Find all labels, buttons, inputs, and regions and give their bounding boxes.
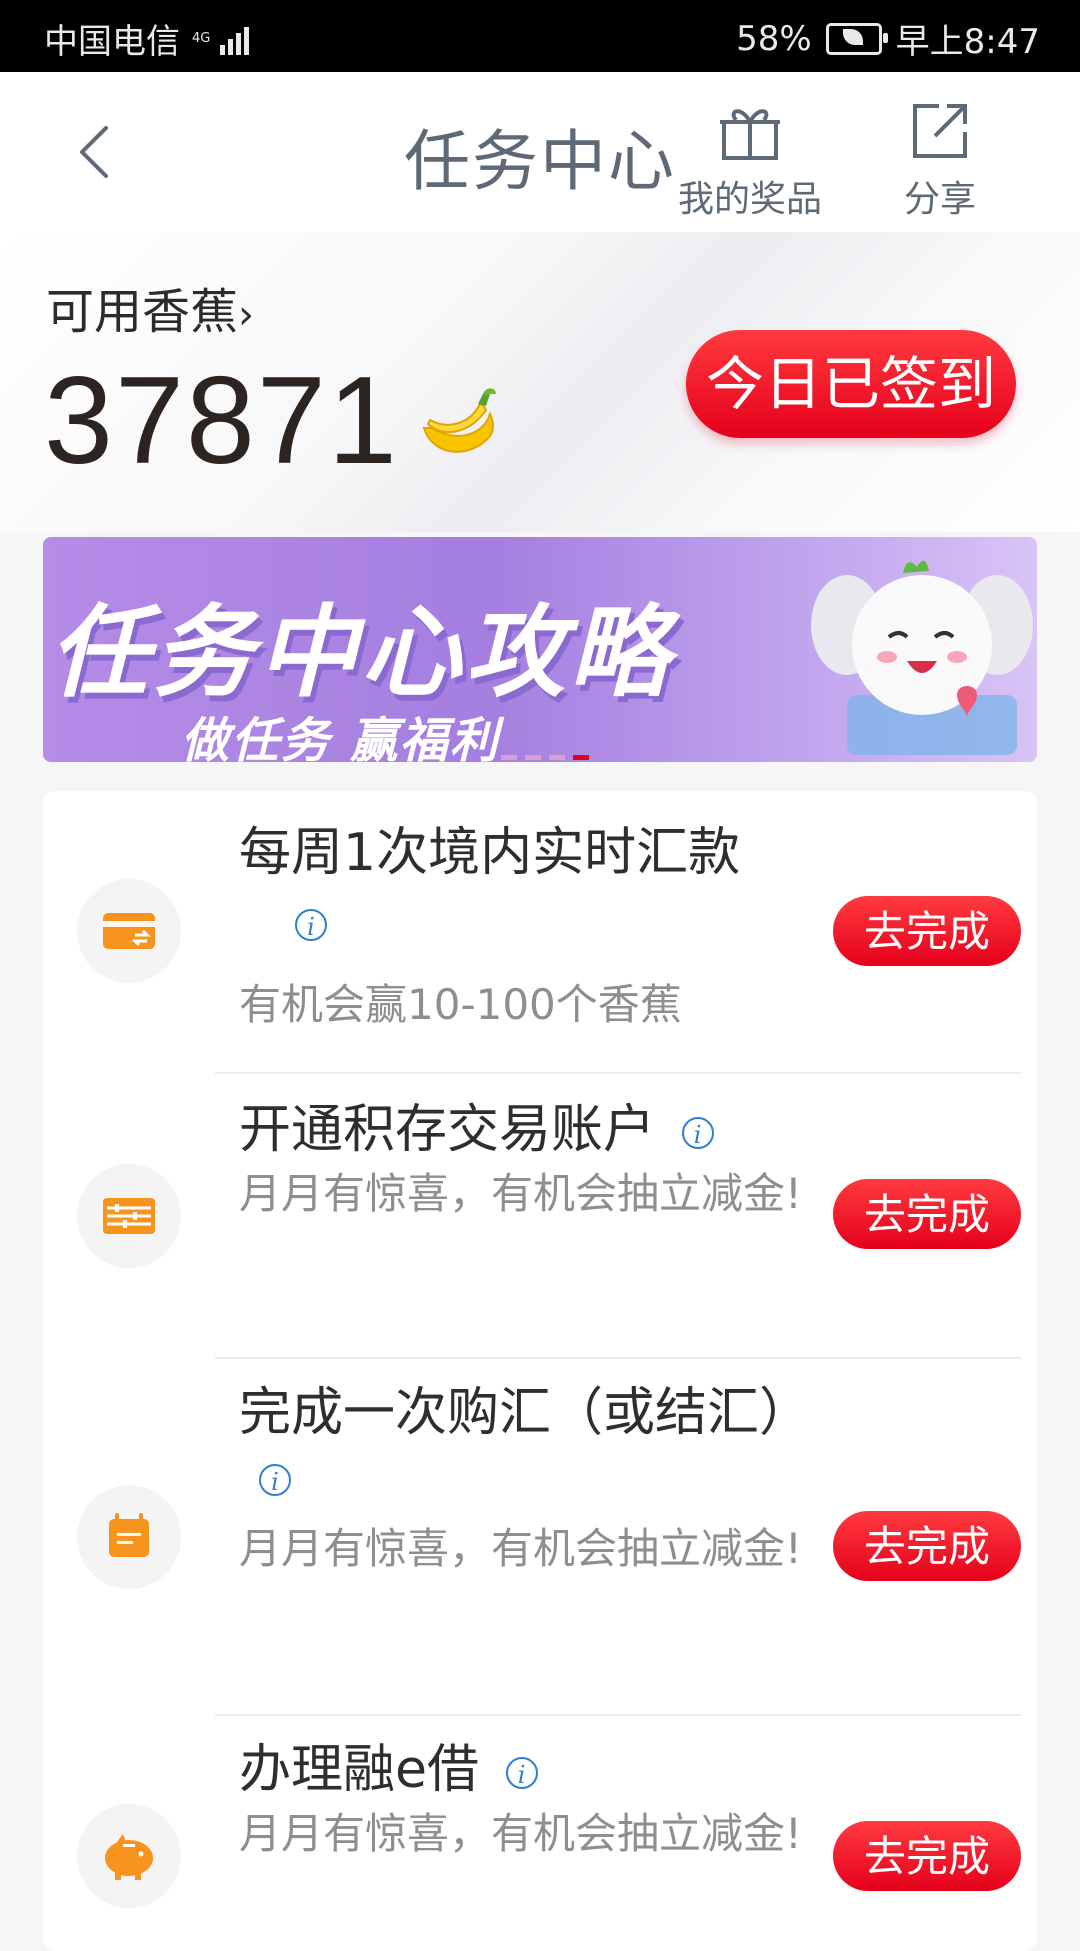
- banana-balance: 37871: [44, 352, 399, 490]
- available-bananas-label: 可用香蕉: [46, 284, 239, 340]
- piggy-bank-icon: [77, 1804, 181, 1908]
- banner-title: 任务中心攻略: [49, 594, 673, 711]
- available-bananas-link[interactable]: 可用香蕉›: [46, 272, 254, 342]
- info-icon[interactable]: i: [259, 1464, 291, 1496]
- battery-percent: 58%: [736, 18, 812, 59]
- task-item: 完成一次购汇（或结汇） i 月月有惊喜，有机会抽立减金! 去完成: [43, 1359, 1037, 1716]
- gift-icon: [720, 109, 780, 160]
- share-button[interactable]: 分享: [880, 100, 1000, 222]
- nav-header: 任务中心 我的奖品 分享: [0, 72, 1080, 232]
- complete-task-button[interactable]: 去完成: [833, 1179, 1021, 1249]
- carrier-name: 中国电信: [44, 22, 180, 62]
- task-description: 月月有惊喜，有机会抽立减金!: [239, 1169, 802, 1218]
- info-icon[interactable]: i: [295, 909, 327, 941]
- task-name: 每周1次境内实时汇款 i: [239, 823, 741, 941]
- task-description: 月月有惊喜，有机会抽立减金!: [239, 1809, 802, 1858]
- checkin-button[interactable]: 今日已签到: [686, 330, 1016, 438]
- balance-section: 可用香蕉› 37871 今日已签到: [0, 232, 1080, 532]
- task-item: 每周1次境内实时汇款 i 有机会赢10-100个香蕉 去完成: [43, 791, 1037, 1074]
- info-icon[interactable]: i: [505, 1757, 538, 1789]
- abacus-icon: [77, 1164, 181, 1268]
- task-item: 办理融e借 i 月月有惊喜，有机会抽立减金! 去完成: [43, 1716, 1037, 1951]
- complete-task-button[interactable]: 去完成: [833, 896, 1021, 966]
- banner-pagination: [501, 755, 589, 760]
- task-name: 办理融e借 i: [239, 1738, 829, 1802]
- battery-icon: [825, 22, 888, 55]
- task-description: 有机会赢10-100个香蕉: [239, 980, 682, 1029]
- transfer-card-icon: [77, 879, 181, 983]
- task-item: 开通积存交易账户 i 月月有惊喜，有机会抽立减金! 去完成: [43, 1074, 1037, 1359]
- chevron-right-icon: ›: [238, 292, 255, 338]
- task-name: 完成一次购汇（或结汇） i: [239, 1383, 812, 1496]
- signal-icon: [220, 23, 250, 55]
- calendar-icon: [77, 1485, 181, 1589]
- complete-task-button[interactable]: 去完成: [833, 1821, 1021, 1891]
- share-icon: [913, 104, 967, 158]
- guide-banner[interactable]: 任务中心攻略 做任务 赢福利: [43, 537, 1037, 762]
- task-name: 开通积存交易账户 i: [239, 1098, 829, 1162]
- my-prizes-button[interactable]: 我的奖品: [665, 100, 835, 222]
- elephant-mascot-icon: [811, 560, 1033, 755]
- info-icon[interactable]: i: [681, 1117, 714, 1149]
- banner-subtitle: 做任务 赢福利: [181, 713, 500, 762]
- status-bar: 中国电信 4G 58% 早上8:47: [0, 0, 1080, 72]
- complete-task-button[interactable]: 去完成: [833, 1511, 1021, 1581]
- network-type: 4G: [192, 30, 211, 46]
- share-label: 分享: [903, 179, 976, 220]
- clock: 早上8:47: [895, 22, 1040, 62]
- task-description: 月月有惊喜，有机会抽立减金!: [239, 1524, 802, 1573]
- banana-icon: [422, 388, 496, 453]
- my-prizes-label: 我的奖品: [677, 179, 822, 220]
- task-list: 每周1次境内实时汇款 i 有机会赢10-100个香蕉 去完成 开通积存交易账户 …: [43, 791, 1037, 1951]
